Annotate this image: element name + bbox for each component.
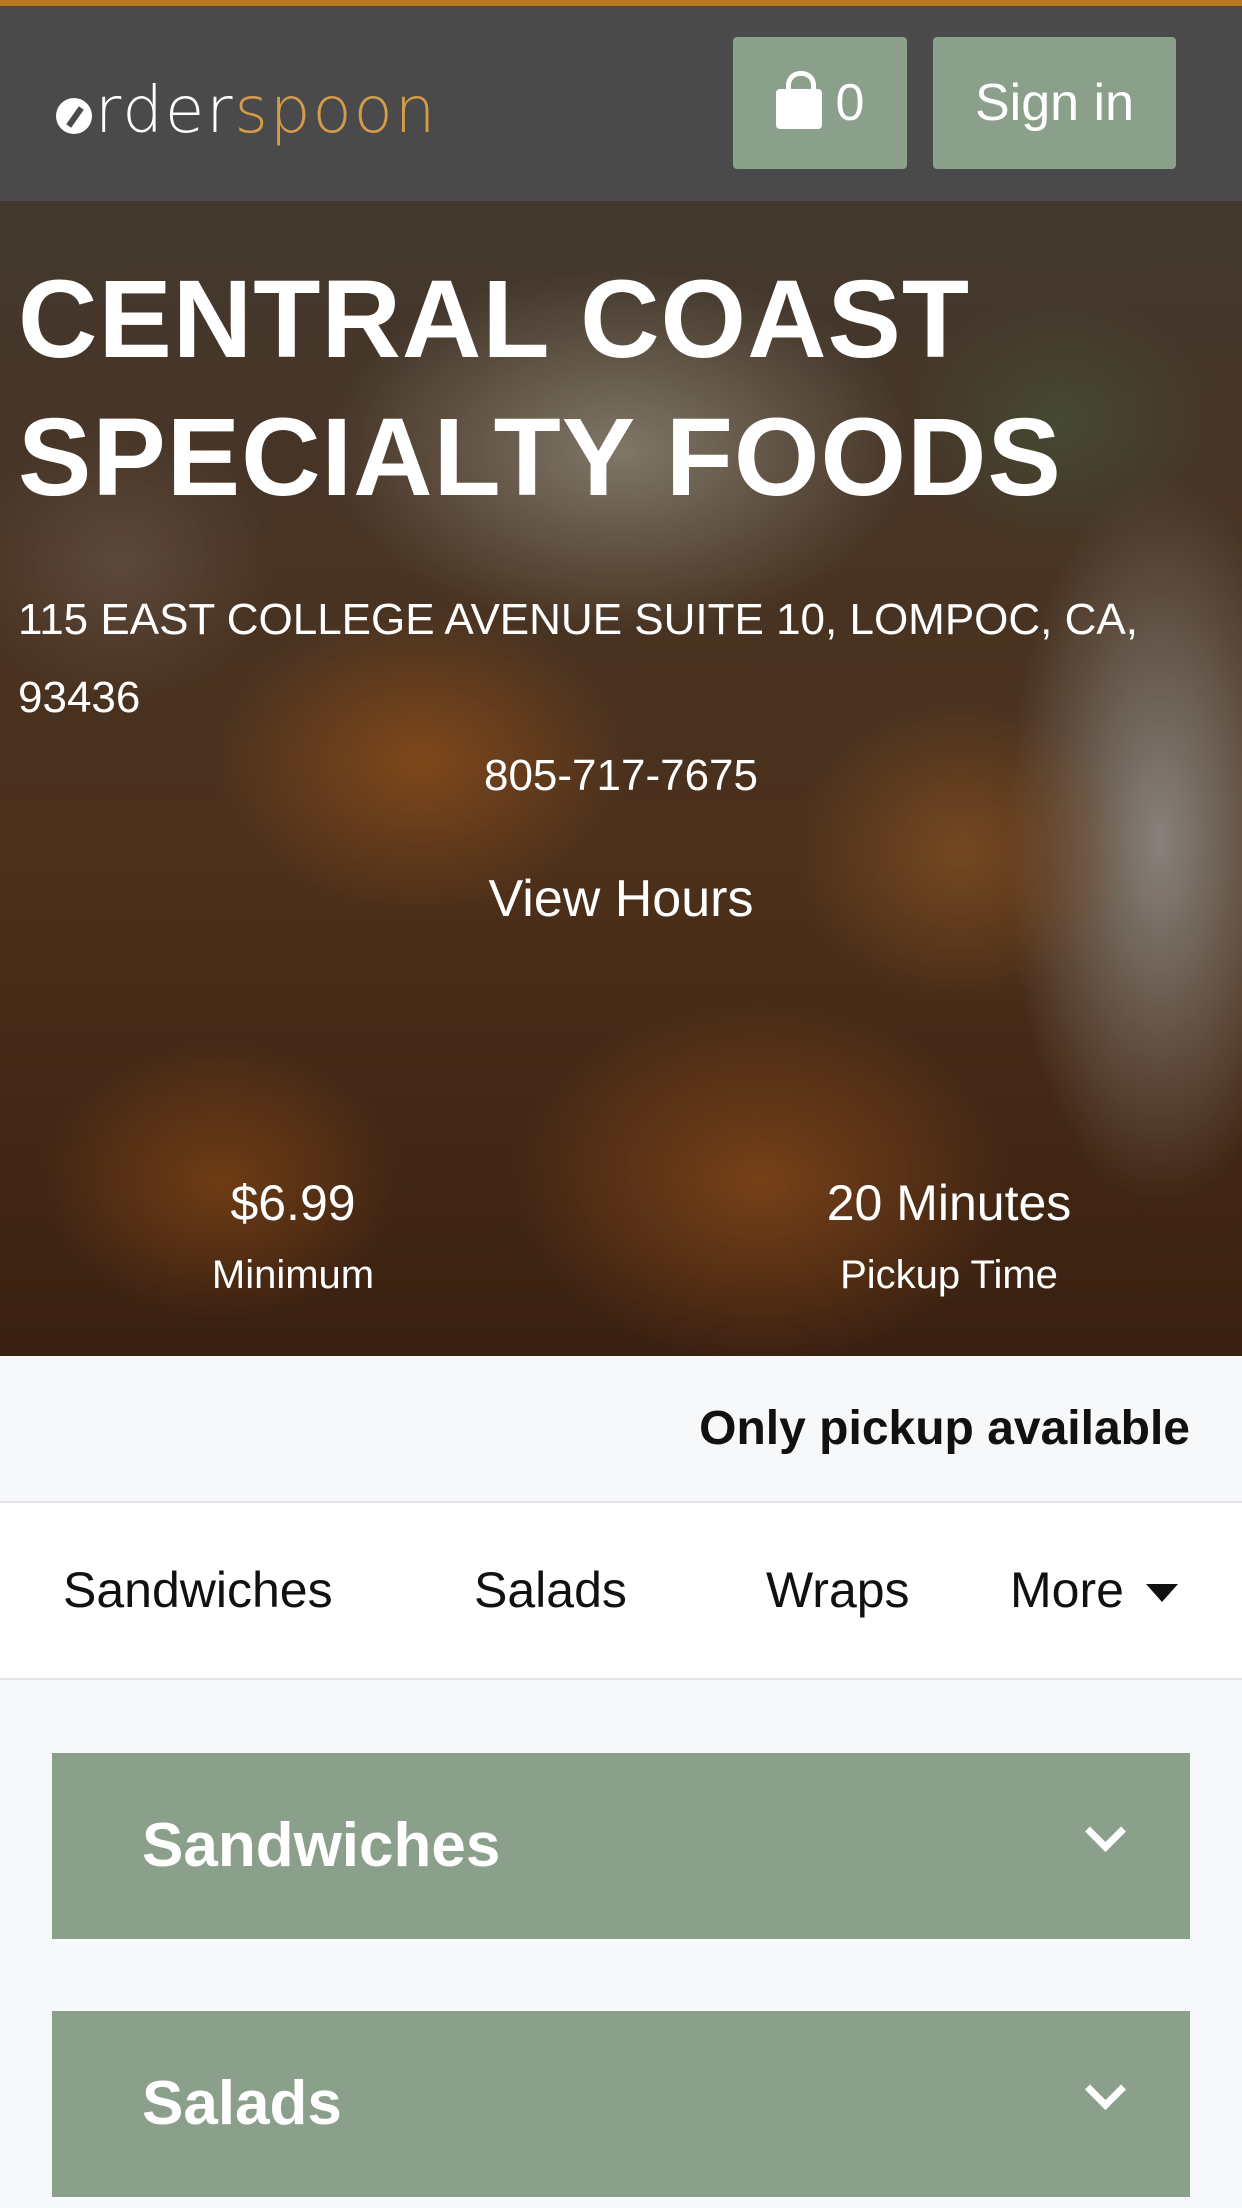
minimum-order-label: Minimum [211,1253,375,1297]
category-nav-more-dropdown[interactable]: More [1010,1503,1178,1678]
store-hero: CENTRAL COAST SPECIALTY FOODS 115 EAST C… [0,201,1242,1356]
sign-in-button[interactable]: Sign in [933,37,1176,169]
store-name: CENTRAL COAST SPECIALTY FOODS [18,258,1062,519]
logo-text-order: rder [95,74,235,148]
logo-text-spoon: spoon [234,74,438,148]
category-nav-item-sandwiches[interactable]: Sandwiches [63,1503,333,1678]
app-header: rder spoon 0 Sign in [0,6,1242,201]
section-title: Sandwiches [142,1811,501,1880]
cart-button[interactable]: 0 [733,37,907,169]
pickup-notice-bar: Only pickup available [0,1356,1242,1503]
category-nav: Sandwiches Salads Wraps More [0,1503,1242,1680]
category-nav-item-salads[interactable]: Salads [474,1503,627,1678]
orderspoon-logo[interactable]: rder spoon [56,66,437,156]
menu-section-sandwiches[interactable]: Sandwiches [52,1753,1190,1939]
pickup-notice: Only pickup available [699,1402,1190,1455]
minimum-order-stat: $6.99 Minimum [43,1171,543,1303]
menu-section-salads[interactable]: Salads [52,2011,1190,2197]
pickup-time-value: 20 Minutes [826,1175,1072,1231]
pickup-time-stat: 20 Minutes Pickup Time [699,1171,1199,1303]
minimum-order-value: $6.99 [230,1175,356,1231]
category-nav-item-wraps[interactable]: Wraps [766,1503,910,1678]
store-address: 115 EAST COLLEGE AVENUE SUITE 10, LOMPOC… [18,595,1138,722]
section-title: Salads [142,2069,342,2138]
cart-count: 0 [835,74,865,132]
caret-down-icon [1145,1583,1178,1602]
chevron-down-icon [1084,1810,1127,1853]
more-label: More [1010,1562,1124,1618]
pickup-time-label: Pickup Time [840,1253,1058,1297]
logo-mark-icon [56,98,92,134]
chevron-down-icon [1084,2068,1127,2111]
shopping-bag-icon [775,71,822,129]
store-phone[interactable]: 805-717-7675 [0,751,1242,801]
view-hours-link[interactable]: View Hours [0,869,1242,929]
